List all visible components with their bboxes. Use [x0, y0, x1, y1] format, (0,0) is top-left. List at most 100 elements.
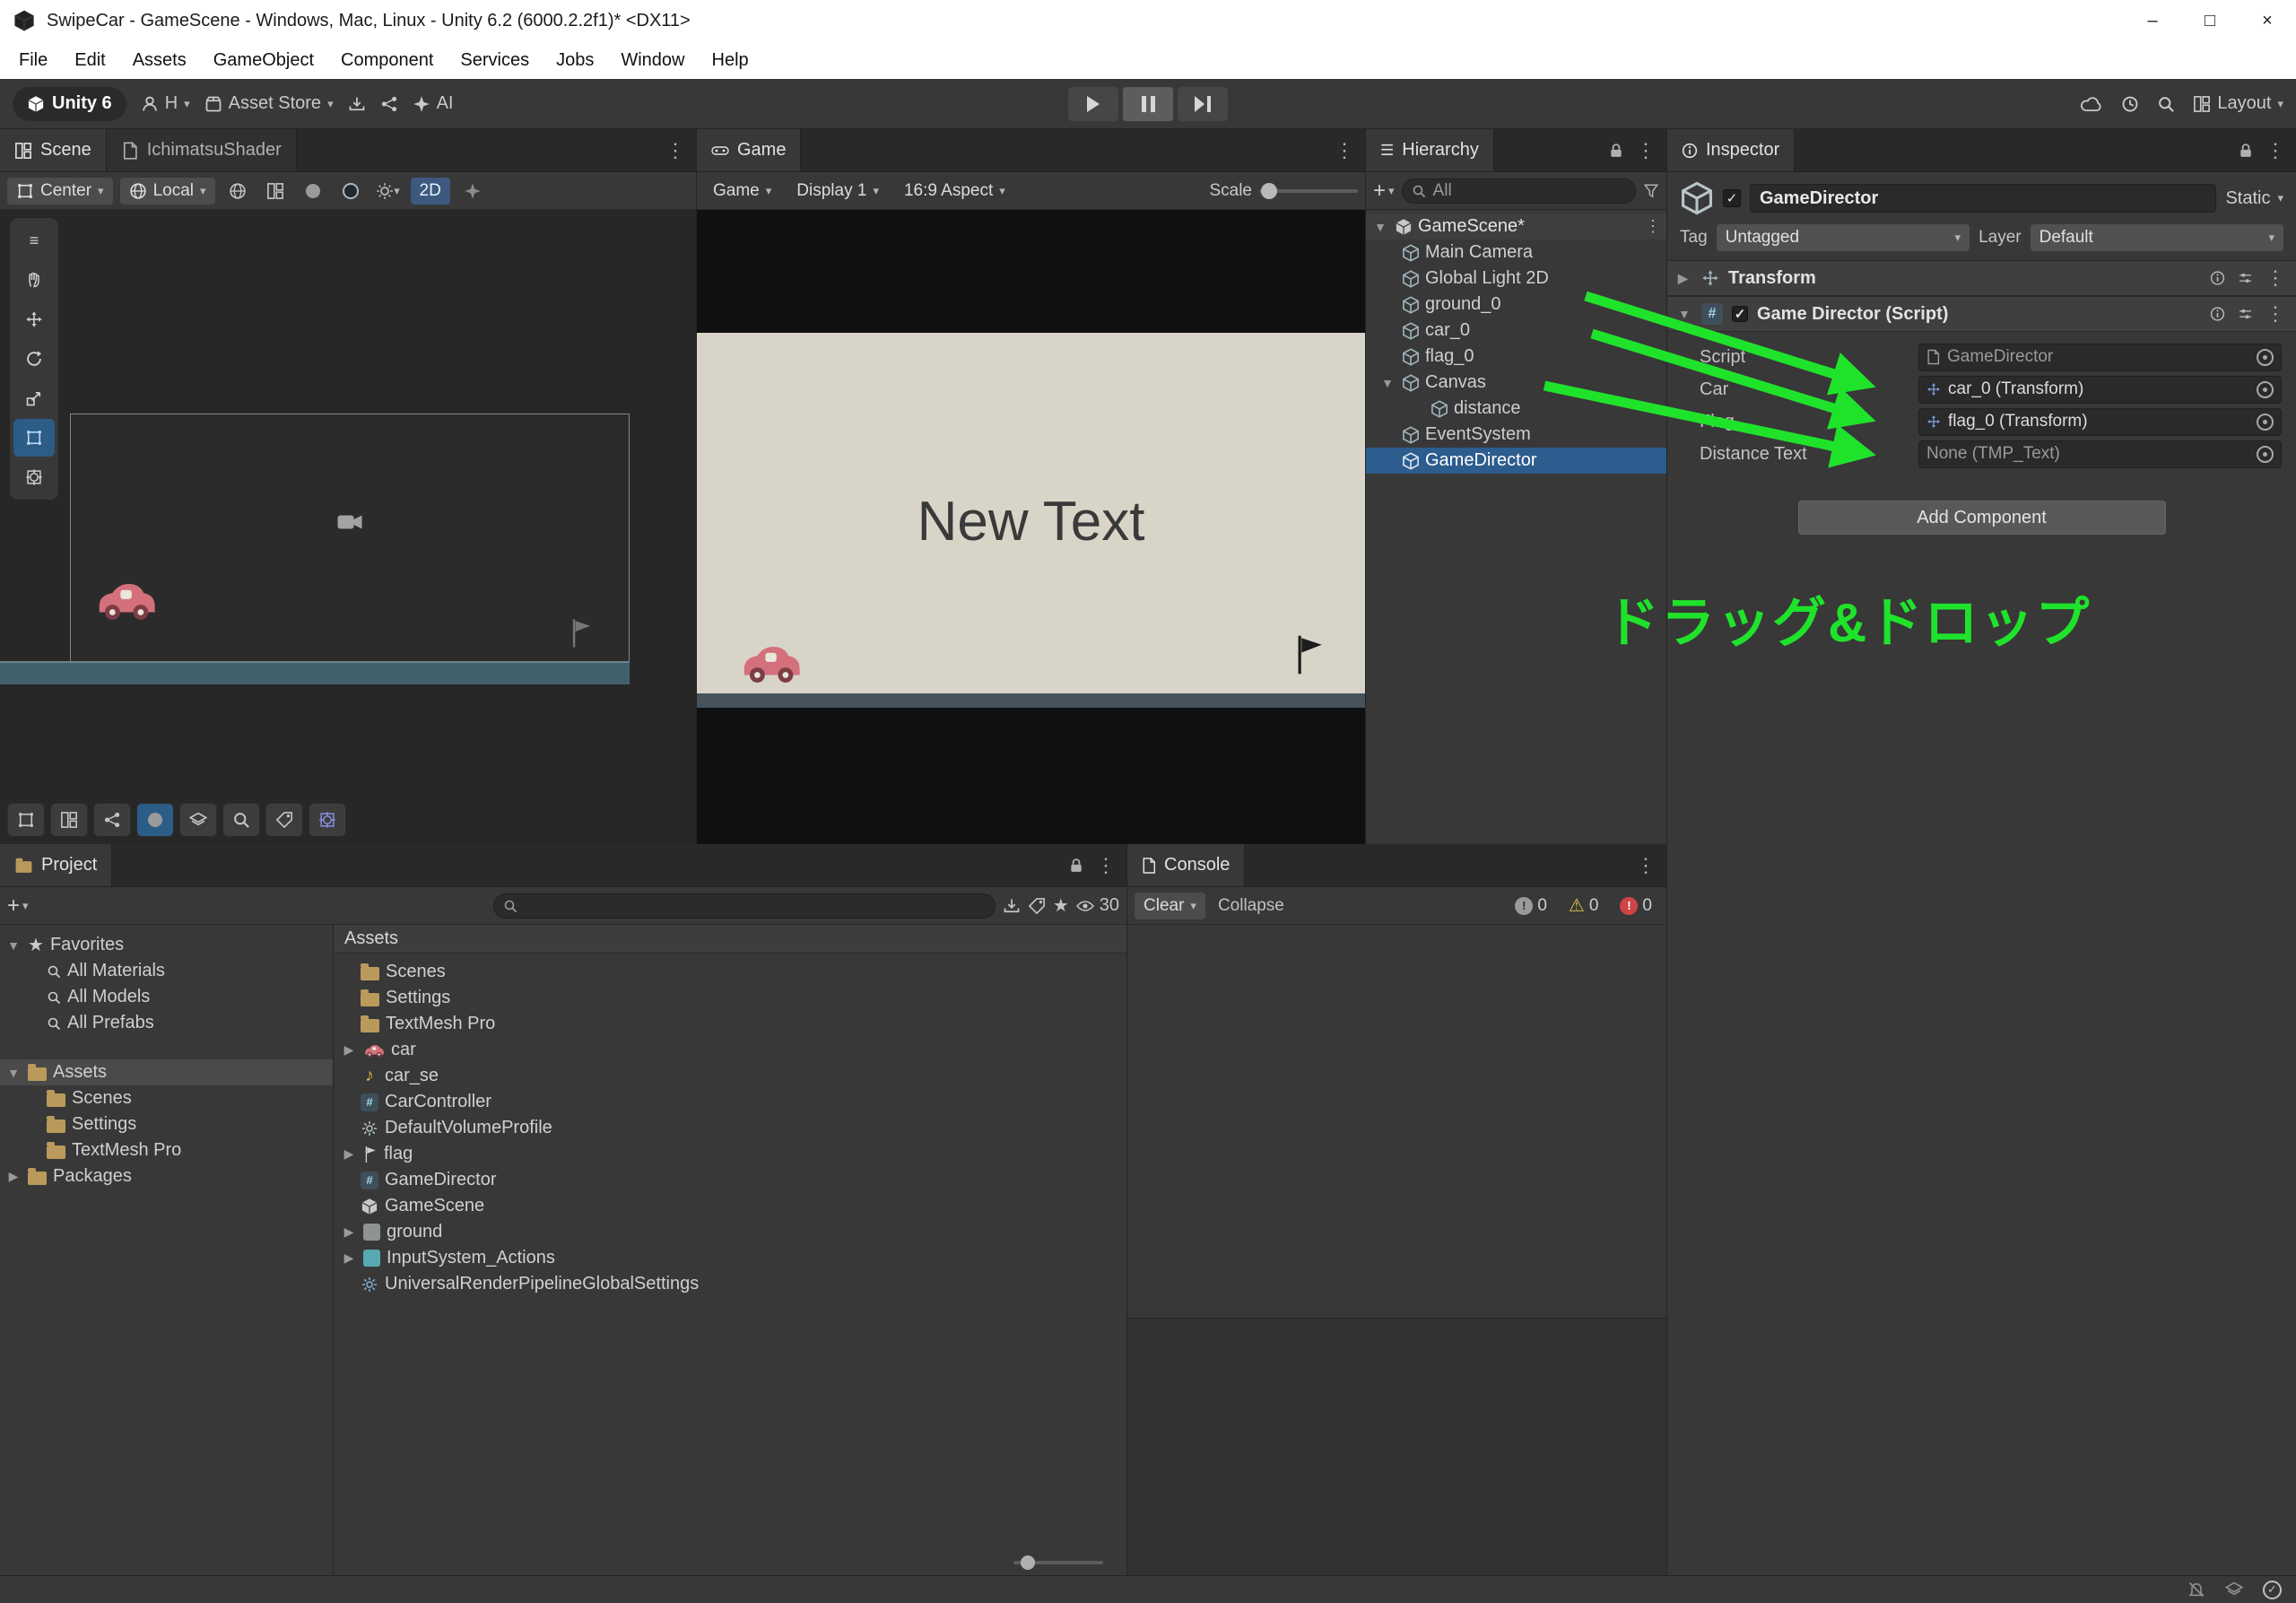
import-package-icon[interactable] [348, 95, 366, 113]
asset-urp-global-settings[interactable]: UniversalRenderPipelineGlobalSettings [334, 1271, 1126, 1297]
object-picker-icon[interactable] [2257, 414, 2274, 431]
notifications-muted-icon[interactable] [2187, 1581, 2205, 1599]
ground-sprite[interactable] [0, 661, 630, 684]
tree-favorites[interactable]: ▼ ★ Favorites [0, 932, 333, 958]
lock-icon[interactable] [1609, 142, 1623, 160]
hierarchy-item-distance[interactable]: distance [1366, 396, 1666, 422]
asset-ground[interactable]: ▶ ground [334, 1219, 1126, 1245]
game-menu-icon[interactable]: ⋮ [1335, 139, 1354, 162]
hierarchy-menu-icon[interactable]: ⋮ [1636, 139, 1656, 162]
shaded-mode-button[interactable] [298, 178, 328, 205]
rect-tool[interactable] [13, 419, 55, 457]
help-icon[interactable] [2210, 305, 2225, 323]
scene-viewport[interactable]: ≡ [0, 210, 696, 844]
hierarchy-item-gamedirector[interactable]: GameDirector [1366, 448, 1666, 474]
asset-scenes[interactable]: Scenes [334, 959, 1126, 985]
project-search-input[interactable] [493, 893, 996, 919]
scene-options-icon[interactable]: ⋮ [1645, 217, 1661, 236]
hidden-count[interactable]: 30 [1076, 895, 1119, 916]
play-button[interactable] [1068, 87, 1118, 121]
tree-all-materials[interactable]: All Materials [0, 958, 333, 984]
favorites-star-icon[interactable]: ★ [1053, 894, 1069, 917]
expand-arrow-icon[interactable]: ▼ [5, 1066, 22, 1080]
asset-gamescene[interactable]: GameScene [334, 1193, 1126, 1219]
presets-icon[interactable] [2238, 269, 2253, 287]
scene-lighting-button[interactable]: ▾ [373, 178, 404, 205]
thumbnail-zoom-slider[interactable] [1013, 1561, 1103, 1564]
label-icon[interactable] [1028, 897, 1046, 915]
hierarchy-item-gamescene[interactable]: ▼ GameScene* ⋮ [1366, 213, 1666, 240]
hierarchy-item-canvas[interactable]: ▼ Canvas [1366, 370, 1666, 396]
project-menu-icon[interactable]: ⋮ [1096, 854, 1116, 877]
object-picker-icon[interactable] [2257, 446, 2274, 463]
warning-count-badge[interactable]: ⚠ 0 [1561, 894, 1606, 917]
gizmos-button[interactable] [179, 803, 217, 837]
tree-all-prefabs[interactable]: All Prefabs [0, 1010, 333, 1036]
lock-icon[interactable] [1069, 857, 1083, 875]
camera-gizmo-icon[interactable] [336, 511, 363, 533]
tab-scene[interactable]: Scene [0, 129, 107, 171]
tab-console[interactable]: Console [1127, 844, 1245, 886]
hierarchy-item-flag-0[interactable]: flag_0 [1366, 344, 1666, 370]
car-object-field[interactable]: car_0 (Transform) [1918, 376, 2282, 404]
layer-dropdown[interactable]: Default▾ [2031, 224, 2283, 251]
asset-textmesh-pro[interactable]: TextMesh Pro [334, 1011, 1126, 1037]
close-button[interactable]: × [2239, 0, 2296, 41]
gizmo-sphere-button[interactable] [260, 178, 291, 205]
expand-arrow-icon[interactable]: ▼ [5, 938, 22, 953]
search-icon[interactable] [2157, 95, 2175, 113]
expand-arrow-icon[interactable]: ▶ [341, 1146, 357, 1162]
hierarchy-search-input[interactable]: All [1402, 179, 1636, 204]
console-menu-icon[interactable]: ⋮ [1636, 854, 1656, 877]
static-dropdown[interactable]: Static ▾ [2225, 188, 2283, 209]
gamedirector-component-header[interactable]: ▼ # ✓ Game Director (Script) ⋮ [1667, 296, 2296, 332]
scene-menu-icon[interactable]: ⋮ [665, 139, 685, 162]
transform-component-header[interactable]: ▶ Transform ⋮ [1667, 260, 2296, 296]
tools-menu-icon[interactable]: ≡ [13, 222, 55, 259]
tab-inspector[interactable]: Inspector [1667, 129, 1795, 171]
aspect-dropdown[interactable]: 16:9 Aspect▾ [895, 178, 1014, 205]
search-filter-icon[interactable] [1643, 182, 1659, 200]
expand-arrow-icon[interactable]: ▼ [1371, 220, 1389, 234]
flag-sprite[interactable] [571, 611, 591, 656]
hierarchy-item-global-light[interactable]: Global Light 2D [1366, 266, 1666, 292]
expand-arrow-icon[interactable]: ▶ [341, 1224, 357, 1240]
minimize-button[interactable]: – [2124, 0, 2181, 41]
cache-layers-icon[interactable] [2225, 1581, 2243, 1599]
expand-arrow-icon[interactable]: ▶ [341, 1042, 357, 1058]
cloud-icon[interactable] [2080, 92, 2103, 116]
tab-game[interactable]: Game [697, 129, 801, 171]
mode-2d-toggle[interactable]: 2D [411, 178, 450, 205]
view-hand-tool[interactable] [13, 261, 55, 299]
hierarchy-item-main-camera[interactable]: Main Camera [1366, 240, 1666, 266]
lock-icon[interactable] [2239, 142, 2253, 160]
console-log-list[interactable] [1127, 925, 1666, 1319]
expand-arrow-icon[interactable]: ▶ [5, 1169, 22, 1184]
scale-slider[interactable] [1259, 189, 1358, 193]
menu-help[interactable]: Help [699, 41, 762, 79]
object-picker-icon[interactable] [2257, 349, 2274, 366]
collapse-toggle[interactable]: Collapse [1213, 896, 1290, 916]
asset-inputsystem-actions[interactable]: ▶ InputSystem_Actions [334, 1245, 1126, 1271]
unity-version-chip[interactable]: Unity 6 [13, 87, 126, 121]
tree-textmesh-pro[interactable]: TextMesh Pro [0, 1137, 333, 1163]
open-asset-icon[interactable] [1003, 897, 1021, 915]
display-dropdown[interactable]: Display 1▾ [787, 178, 888, 205]
render-mode-button[interactable] [136, 803, 174, 837]
menu-gameobject[interactable]: GameObject [200, 41, 327, 79]
account-dropdown[interactable]: H▾ [141, 93, 190, 114]
step-button[interactable] [1178, 87, 1228, 121]
component-menu-icon[interactable]: ⋮ [2266, 266, 2285, 290]
menu-file[interactable]: File [5, 41, 61, 79]
error-count-badge[interactable]: ! 0 [1613, 896, 1659, 916]
tree-all-models[interactable]: All Models [0, 984, 333, 1010]
clear-button[interactable]: Clear▾ [1135, 893, 1205, 919]
expand-arrow-icon[interactable]: ▶ [1678, 271, 1692, 286]
tool-pivot-dropdown[interactable]: Center▾ [7, 178, 113, 205]
hierarchy-item-car-0[interactable]: car_0 [1366, 318, 1666, 344]
menu-window[interactable]: Window [607, 41, 698, 79]
asset-settings[interactable]: Settings [334, 985, 1126, 1011]
shuffle-overlay-button[interactable] [309, 803, 346, 837]
menu-assets[interactable]: Assets [119, 41, 200, 79]
asset-store-dropdown[interactable]: Asset Store▾ [204, 93, 334, 114]
